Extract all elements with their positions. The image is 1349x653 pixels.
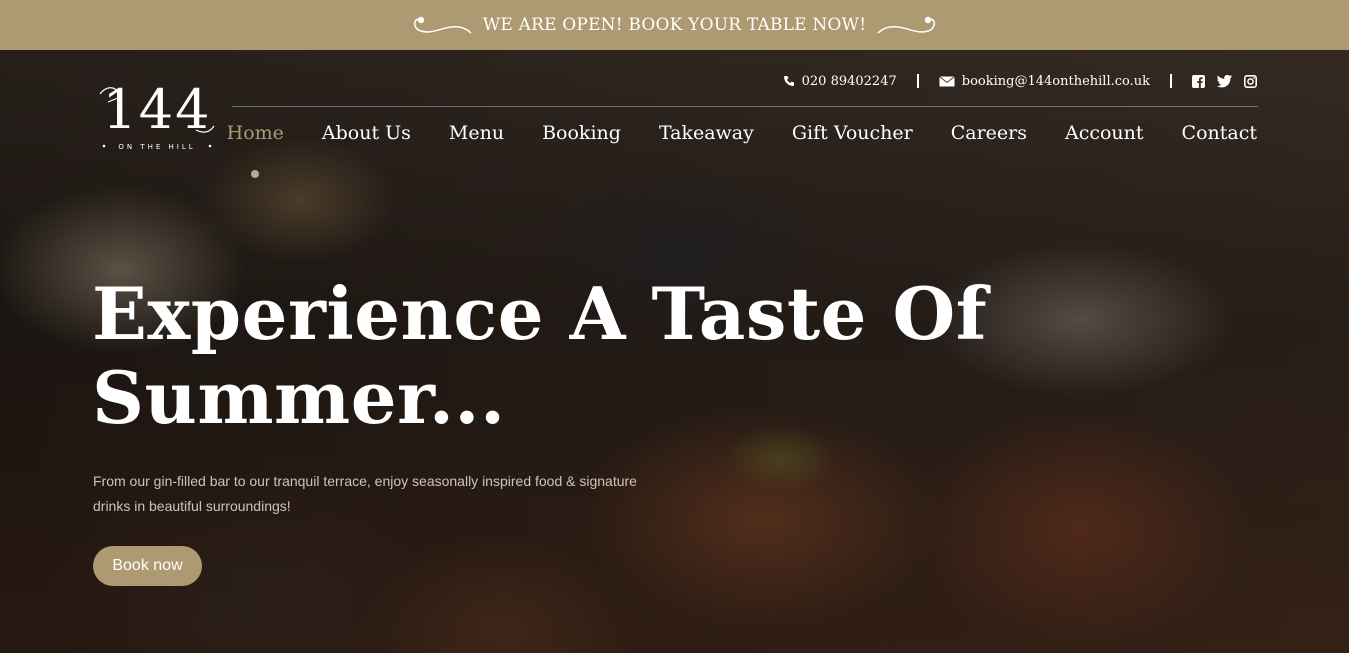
site-logo[interactable]: 144 ON THE HILL bbox=[96, 72, 218, 154]
announcement-bar[interactable]: WE ARE OPEN! BOOK YOUR TABLE NOW! bbox=[0, 0, 1349, 50]
svg-text:ON THE HILL: ON THE HILL bbox=[118, 143, 195, 151]
subtext-line-2: drinks in beautiful surroundings! bbox=[93, 498, 291, 514]
nav-item-gift-voucher[interactable]: Gift Voucher bbox=[792, 122, 913, 144]
nav-label[interactable]: Account bbox=[1065, 122, 1144, 144]
nav-item-about-us[interactable]: About Us bbox=[322, 122, 411, 144]
nav-label[interactable]: Careers bbox=[951, 122, 1027, 144]
contact-bar: 020 89402247 booking@144onthehill.co.uk bbox=[783, 70, 1257, 92]
left-flourish-icon bbox=[413, 16, 472, 34]
divider bbox=[916, 74, 919, 88]
nav-label[interactable]: Takeaway bbox=[659, 122, 754, 144]
svg-text:144: 144 bbox=[102, 78, 211, 141]
subtext-line-1: From our gin-filled bar to our tranquil … bbox=[93, 473, 637, 489]
nav-label[interactable]: Booking bbox=[542, 122, 621, 144]
nav-label[interactable]: Contact bbox=[1182, 122, 1257, 144]
divider bbox=[1170, 74, 1172, 88]
nav-label[interactable]: Home bbox=[227, 122, 284, 144]
nav-label[interactable]: Gift Voucher bbox=[792, 122, 913, 144]
mail-icon bbox=[938, 75, 955, 86]
facebook-icon[interactable] bbox=[1192, 74, 1205, 88]
phone-number[interactable]: 020 89402247 bbox=[802, 74, 897, 89]
hero-subtext: From our gin-filled bar to our tranquil … bbox=[93, 469, 653, 519]
headline-line-2: Summer... bbox=[92, 355, 506, 440]
nav-item-booking[interactable]: Booking bbox=[542, 122, 621, 144]
phone-icon bbox=[783, 76, 794, 86]
instagram-icon[interactable] bbox=[1244, 74, 1257, 88]
email-contact[interactable]: booking@144onthehill.co.uk bbox=[938, 74, 1150, 89]
right-flourish-icon bbox=[877, 16, 936, 34]
nav-item-careers[interactable]: Careers bbox=[951, 122, 1027, 144]
nav-item-contact[interactable]: Contact bbox=[1182, 122, 1257, 144]
twitter-icon[interactable] bbox=[1217, 74, 1232, 88]
book-now-button[interactable]: Book now bbox=[93, 546, 202, 586]
hero-headline: Experience A Taste Of Summer... bbox=[92, 272, 992, 440]
nav-item-home[interactable]: Home bbox=[227, 122, 284, 178]
nav-item-takeaway[interactable]: Takeaway bbox=[659, 122, 754, 144]
nav-item-menu[interactable]: Menu bbox=[449, 122, 504, 144]
nav-label[interactable]: Menu bbox=[449, 122, 504, 144]
main-nav: Home About Us Menu Booking Takeaway Gift… bbox=[227, 122, 1257, 178]
announcement-text[interactable]: WE ARE OPEN! BOOK YOUR TABLE NOW! bbox=[483, 15, 867, 35]
header-divider bbox=[232, 106, 1258, 107]
phone-contact[interactable]: 020 89402247 bbox=[783, 74, 897, 89]
headline-line-1: Experience A Taste Of bbox=[92, 271, 988, 356]
nav-item-account[interactable]: Account bbox=[1065, 122, 1144, 144]
nav-label[interactable]: About Us bbox=[322, 122, 411, 144]
social-links bbox=[1192, 74, 1257, 88]
email-address[interactable]: booking@144onthehill.co.uk bbox=[962, 74, 1150, 89]
